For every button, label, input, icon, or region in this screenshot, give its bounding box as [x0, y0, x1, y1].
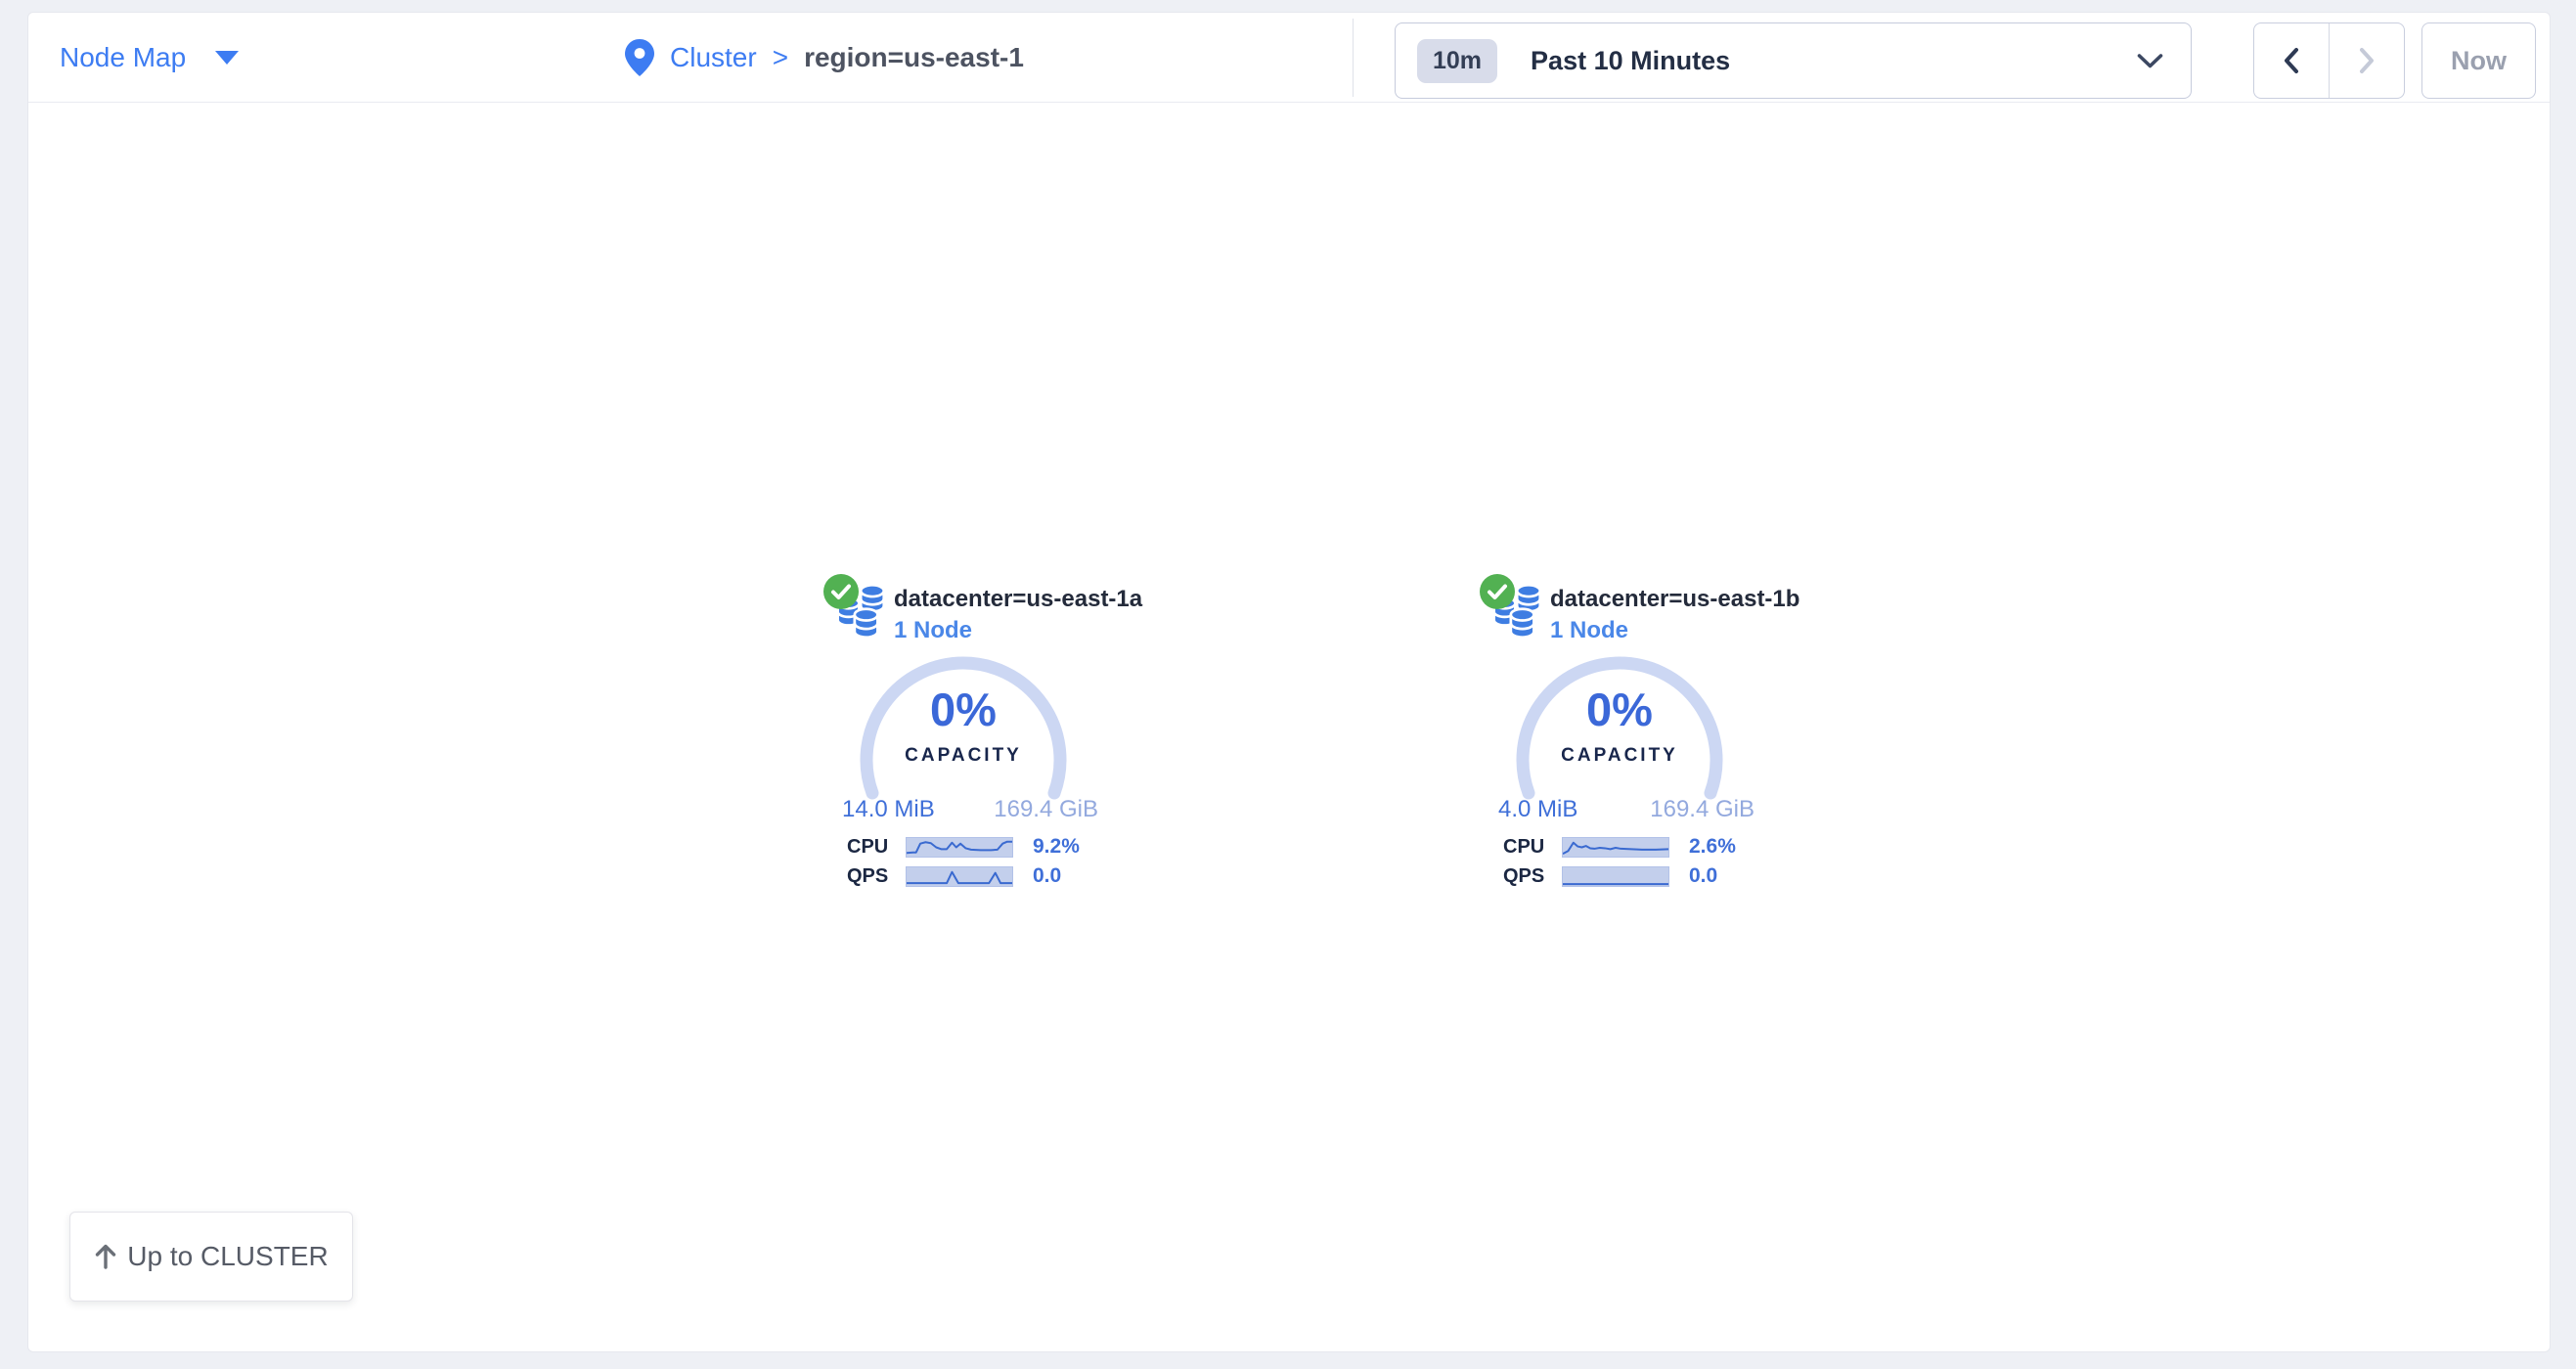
capacity-used: 4.0 MiB [1498, 796, 1577, 823]
cpu-sparkline [1562, 837, 1669, 858]
time-window-dropdown[interactable]: 10m Past 10 Minutes [1395, 22, 2192, 99]
time-nav-group [2253, 22, 2405, 99]
capacity-range: 14.0 MiB 169.4 GiB [842, 796, 1098, 823]
arrow-up-icon [94, 1244, 117, 1269]
datacenter-name: datacenter=us-east-1b [1550, 586, 1799, 613]
breadcrumb-cluster-link[interactable]: Cluster [670, 42, 757, 73]
topbar: Node Map Cluster > region=us-east-1 10m … [28, 13, 2550, 103]
topbar-divider [1353, 19, 1354, 97]
chevron-down-icon [2137, 53, 2163, 69]
capacity-used: 14.0 MiB [842, 796, 935, 823]
datacenter-name: datacenter=us-east-1a [894, 586, 1142, 613]
time-window-badge: 10m [1417, 39, 1497, 83]
breadcrumb-current: region=us-east-1 [804, 42, 1024, 73]
capacity-percent: 0% [930, 686, 997, 732]
view-selector-label: Node Map [60, 42, 186, 73]
cpu-label: CPU [847, 836, 898, 859]
capacity-total: 169.4 GiB [994, 796, 1098, 823]
chevron-right-icon [2356, 46, 2377, 75]
view-selector-dropdown[interactable]: Node Map [60, 13, 239, 103]
cpu-label: CPU [1503, 836, 1554, 859]
up-to-cluster-button[interactable]: Up to CLUSTER [69, 1212, 353, 1302]
capacity-label: CAPACITY [1561, 745, 1678, 767]
triangle-down-icon [215, 51, 239, 65]
qps-label: QPS [847, 865, 898, 888]
qps-metric-row: QPS 0.0 [1503, 864, 1797, 888]
qps-metric-row: QPS 0.0 [847, 864, 1140, 888]
cpu-metric-row: CPU 9.2% [847, 835, 1140, 859]
check-circle-icon [1479, 573, 1516, 610]
time-window-label: Past 10 Minutes [1531, 46, 2137, 76]
capacity-percent: 0% [1586, 686, 1653, 732]
datacenter-node-count: 1 Node [894, 617, 972, 644]
capacity-range: 4.0 MiB 169.4 GiB [1498, 796, 1754, 823]
cpu-value: 9.2% [1033, 835, 1080, 859]
qps-label: QPS [1503, 865, 1554, 888]
qps-value: 0.0 [1033, 864, 1061, 888]
capacity-label: CAPACITY [905, 745, 1022, 767]
breadcrumb: Cluster > region=us-east-1 [625, 13, 1024, 103]
cpu-value: 2.6% [1689, 835, 1736, 859]
cpu-sparkline [906, 837, 1013, 858]
qps-sparkline [906, 866, 1013, 887]
datacenter-node-count: 1 Node [1550, 617, 1628, 644]
metrics: CPU 2.6% QPS 0.0 [1503, 835, 1797, 894]
capacity-gauge-text: 0% CAPACITY [1507, 649, 1732, 806]
capacity-gauge-text: 0% CAPACITY [851, 649, 1076, 806]
time-prev-button[interactable] [2254, 23, 2329, 98]
map-pin-icon [625, 39, 654, 76]
now-button[interactable]: Now [2421, 22, 2536, 99]
cpu-metric-row: CPU 2.6% [1503, 835, 1797, 859]
qps-sparkline [1562, 866, 1669, 887]
up-to-cluster-label: Up to CLUSTER [127, 1241, 328, 1272]
check-circle-icon [822, 573, 860, 610]
time-next-button[interactable] [2329, 23, 2404, 98]
chevron-left-icon [2281, 46, 2302, 75]
capacity-total: 169.4 GiB [1650, 796, 1754, 823]
metrics: CPU 9.2% QPS 0.0 [847, 835, 1140, 894]
breadcrumb-separator: > [773, 42, 788, 73]
node-map-panel: Node Map Cluster > region=us-east-1 10m … [27, 12, 2551, 1352]
qps-value: 0.0 [1689, 864, 1717, 888]
